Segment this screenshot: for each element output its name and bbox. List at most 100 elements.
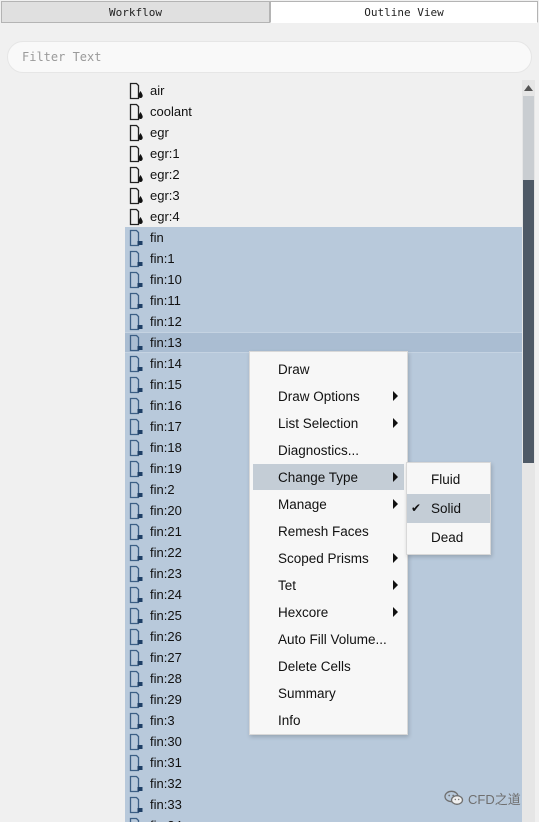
submenu-item-solid[interactable]: ✔ Solid (407, 494, 490, 523)
tree-item-label: fin:26 (150, 629, 182, 644)
menu-item-label: Draw Options (278, 388, 360, 404)
tab-bar: Workflow Outline View (0, 0, 539, 24)
menu-item-label: Info (278, 712, 301, 728)
tree-item-label: fin:3 (150, 713, 175, 728)
scroll-track[interactable] (523, 96, 534, 180)
tree-item-egr-3[interactable]: egr:3 (125, 185, 522, 206)
menu-item-scoped-prisms[interactable]: Scoped Prisms (253, 545, 404, 571)
solid-zone-icon (129, 817, 140, 822)
menu-item-summary[interactable]: Summary (253, 680, 404, 706)
tree-item-label: fin:32 (150, 776, 182, 791)
fluid-zone-icon (129, 82, 143, 99)
menu-item-info[interactable]: Info (253, 707, 404, 733)
menu-item-list-selection[interactable]: List Selection (253, 410, 404, 436)
tree-item-label: egr:4 (150, 209, 180, 224)
tree-item-label: fin:2 (150, 482, 175, 497)
solid-zone-icon (129, 313, 143, 330)
submenu-arrow-icon (393, 607, 398, 617)
watermark: CFD之道 (444, 787, 521, 809)
solid-zone-icon (129, 334, 143, 351)
menu-item-label: Draw (278, 361, 310, 377)
menu-item-label: Auto Fill Volume... (278, 631, 387, 647)
solid-zone-icon (129, 649, 143, 666)
tree-item-fin-13[interactable]: fin:13 (125, 332, 522, 353)
context-menu: Draw Draw Options List Selection Diagnostic… (249, 351, 408, 735)
menu-item-change-type[interactable]: Change Type (253, 464, 404, 490)
submenu-item-label: Fluid (431, 472, 461, 487)
solid-zone-icon (129, 670, 143, 687)
tree-item-air[interactable]: air (125, 80, 522, 101)
tree-item-fin-31[interactable]: fin:31 (125, 752, 522, 773)
solid-zone-icon (129, 775, 143, 792)
submenu-item-label: Dead (431, 530, 464, 545)
tree-item-label: fin:23 (150, 566, 182, 581)
tree-item-egr-4[interactable]: egr:4 (125, 206, 522, 227)
solid-zone-icon (129, 229, 143, 246)
tree-item-fin-34[interactable]: fin:34 (125, 815, 522, 822)
submenu-arrow-icon (393, 472, 398, 482)
vertical-scrollbar[interactable] (522, 80, 535, 822)
solid-zone-icon (129, 460, 143, 477)
fluid-zone-icon (129, 124, 143, 141)
solid-zone-icon (129, 271, 143, 288)
tree-item-label: fin:22 (150, 545, 182, 560)
tree-item-label: fin:1 (150, 251, 175, 266)
menu-item-label: Summary (278, 685, 336, 701)
menu-item-draw-options[interactable]: Draw Options (253, 383, 404, 409)
menu-item-label: Delete Cells (278, 658, 351, 674)
solid-zone-icon (129, 250, 143, 267)
solid-zone-icon (129, 439, 143, 456)
fluid-zone-icon (129, 103, 143, 120)
tree-item-label: fin:11 (150, 293, 181, 308)
tree-item-egr-2[interactable]: egr:2 (125, 164, 522, 185)
tree-item-label: fin:18 (150, 440, 182, 455)
menu-item-tet[interactable]: Tet (253, 572, 404, 598)
tree-item-label: fin:29 (150, 692, 182, 707)
tree-item-fin-10[interactable]: fin:10 (125, 269, 522, 290)
solid-zone-icon (129, 376, 143, 393)
submenu-item-label: Solid (431, 501, 462, 516)
menu-item-label: List Selection (278, 415, 359, 431)
fluid-zone-icon (129, 208, 143, 225)
change-type-submenu: Fluid ✔ Solid Dead (406, 462, 491, 555)
solid-zone-icon (129, 397, 143, 414)
menu-item-remesh-faces[interactable]: Remesh Faces (253, 518, 404, 544)
tree-item-label: fin:21 (150, 524, 182, 539)
menu-item-auto-fill-volume[interactable]: Auto Fill Volume... (253, 626, 404, 652)
scroll-thumb[interactable] (523, 180, 534, 463)
tree-item-fin-1[interactable]: fin:1 (125, 248, 522, 269)
tree-item-fin-11[interactable]: fin:11 (125, 290, 522, 311)
fluid-zone-icon (129, 166, 143, 183)
tree-item-label: egr (150, 125, 169, 140)
menu-item-label: Tet (278, 577, 297, 593)
checkmark-icon: ✔ (411, 501, 422, 515)
solid-zone-icon (129, 712, 143, 729)
menu-item-delete-cells[interactable]: Delete Cells (253, 653, 404, 679)
tree-item-fin-12[interactable]: fin:12 (125, 311, 522, 332)
tree-item-label: coolant (150, 104, 192, 119)
menu-item-label: Manage (278, 496, 327, 512)
solid-zone-icon (129, 481, 143, 498)
watermark-text: CFD之道 (468, 791, 521, 807)
submenu-arrow-icon (393, 580, 398, 590)
filter-text-input[interactable] (7, 41, 532, 73)
menu-item-label: Remesh Faces (278, 523, 369, 539)
tab-outline-view[interactable]: Outline View (270, 1, 538, 23)
tab-workflow[interactable]: Workflow (1, 1, 270, 23)
solid-zone-icon (129, 691, 143, 708)
menu-item-diagnostics[interactable]: Diagnostics... (253, 437, 404, 463)
solid-zone-icon (129, 586, 143, 603)
submenu-item-dead[interactable]: Dead (407, 523, 490, 552)
solid-zone-icon (129, 628, 143, 645)
menu-item-hexcore[interactable]: Hexcore (253, 599, 404, 625)
tree-item-fin[interactable]: fin (125, 227, 522, 248)
scroll-up-arrow-icon[interactable] (522, 80, 535, 96)
menu-item-draw[interactable]: Draw (253, 356, 404, 382)
tree-item-egr[interactable]: egr (125, 122, 522, 143)
solid-zone-icon (129, 607, 143, 624)
tree-item-egr-1[interactable]: egr:1 (125, 143, 522, 164)
menu-item-manage[interactable]: Manage (253, 491, 404, 517)
submenu-item-fluid[interactable]: Fluid (407, 465, 490, 494)
tree-item-coolant[interactable]: coolant (125, 101, 522, 122)
solid-zone-icon (129, 754, 143, 771)
